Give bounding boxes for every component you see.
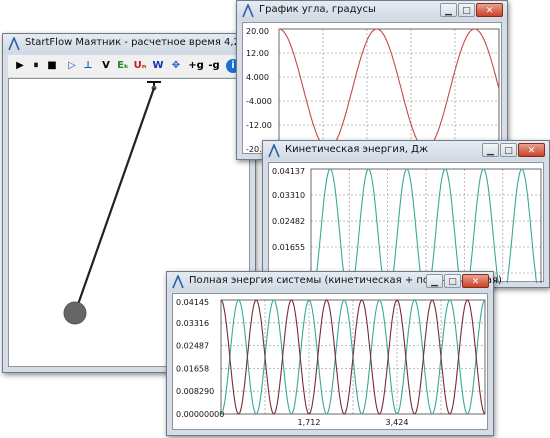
app-icon	[172, 275, 184, 289]
kinetic-window-titlebar[interactable]: Кинетическая энергия, Дж ▁ □ ✕	[263, 141, 549, 161]
close-button[interactable]: ✕	[462, 274, 489, 288]
y-tick-label: 0.04145	[176, 298, 209, 307]
maximize-button[interactable]: □	[500, 143, 517, 157]
y-tick-label: 0.02482	[272, 217, 305, 226]
kinetic-chart-area: 0.04137 0.03310 0.02482 0.01655	[268, 162, 544, 300]
angle-window-title: График угла, градусы	[259, 4, 376, 15]
minimize-button[interactable]: ▁	[482, 143, 499, 157]
total-chart-area: 0.04145 0.03316 0.02487 0.01658 0.008290 0.00…	[172, 293, 488, 430]
move-tool-button[interactable]: ✥	[168, 58, 184, 74]
y-tick-label: 0.03310	[272, 191, 305, 200]
angle-window-controls: ▁ □ ✕	[439, 3, 503, 18]
total-chart: 0.04145 0.03316 0.02487 0.01658 0.008290 0.00…	[176, 298, 486, 427]
pendulum-rod	[73, 87, 156, 314]
y-tick-label: 0.03316	[176, 319, 209, 328]
main-window-title: StartFlow Маятник - расчетное время 4,28…	[25, 37, 255, 48]
stop-icon: ■	[47, 60, 57, 71]
y-tick-label: -4.000	[246, 97, 272, 106]
total-window-titlebar[interactable]: Полная энергия системы (кинетическая + п…	[167, 272, 502, 292]
angle-chart-area: 20.00 12.00 4.000 -4.000 -12.00 -20.00	[242, 22, 502, 154]
velocity-vector-icon: V	[102, 60, 110, 71]
y-tick-label: 0.008290	[176, 387, 214, 396]
main-window-titlebar[interactable]: StartFlow Маятник - расчетное время 4,28…	[3, 34, 255, 54]
y-tick-label: 0.00000000	[176, 410, 224, 419]
axis-tool-button[interactable]: ⊥	[80, 58, 96, 74]
arrow-cursor-icon: ▷	[68, 60, 76, 71]
stop-button[interactable]: ■	[44, 58, 60, 74]
info-icon: i	[231, 60, 235, 71]
maximize-button[interactable]: □	[444, 274, 461, 288]
close-button[interactable]: ✕	[476, 3, 503, 17]
y-tick-label: 12.00	[246, 49, 269, 58]
minimize-button[interactable]: ▁	[426, 274, 443, 288]
angle-series-line	[279, 28, 500, 150]
maximize-button[interactable]: □	[458, 3, 475, 17]
potential-energy-button[interactable]: Uₙ	[132, 58, 148, 74]
close-button[interactable]: ✕	[518, 143, 545, 157]
y-tick-label: 0.01658	[176, 364, 209, 373]
move-cross-icon: ✥	[171, 60, 181, 71]
select-tool-button[interactable]: ▷	[64, 58, 80, 74]
work-icon: W	[152, 60, 164, 71]
y-tick-label: 0.01655	[272, 243, 305, 252]
gravity-plus-button-label: +g	[188, 60, 204, 71]
angle-window-titlebar[interactable]: График угла, градусы ▁ □ ✕	[237, 1, 507, 21]
y-tick-label: 20.00	[246, 27, 269, 36]
play-button[interactable]: ▶	[12, 58, 28, 74]
total-window[interactable]: Полная энергия системы (кинетическая + п…	[166, 271, 502, 436]
gravity-minus-button[interactable]: -g	[206, 58, 222, 74]
potential-energy-icon: Uₙ	[133, 60, 147, 71]
gravity-minus-button-label: -g	[208, 60, 220, 71]
main-toolbar: ▶ ⏸ ■ ▷ ⊥ V Eₖ Uₙ W ✥ +g -g i	[8, 55, 250, 77]
angle-window[interactable]: График угла, градусы ▁ □ ✕ 20.00 12.00 4.0…	[236, 0, 508, 160]
total-window-controls: ▁ □ ✕	[425, 274, 489, 289]
pause-button[interactable]: ⏸	[28, 58, 44, 74]
app-icon	[8, 37, 20, 51]
y-tick-label: 4.000	[246, 73, 269, 82]
kinetic-energy-button[interactable]: Eₖ	[115, 58, 131, 74]
angle-chart: 20.0012.004.000-4.000-12.00-20.00	[246, 27, 500, 154]
work-button[interactable]: W	[150, 58, 166, 74]
kinetic-chart: 0.04137 0.03310 0.02482 0.01655	[272, 167, 542, 300]
minimize-button[interactable]: ▁	[440, 3, 457, 17]
pendulum-bob[interactable]	[63, 301, 87, 325]
pause-icon: ⏸	[33, 60, 39, 71]
axis-icon: ⊥	[83, 60, 93, 71]
app-icon	[268, 144, 280, 158]
x-tick-label: 3,424	[386, 418, 409, 427]
kinetic-window[interactable]: Кинетическая энергия, Дж ▁ □ ✕ 0.04137 0.…	[262, 140, 550, 300]
y-tick-label: 0.04137	[272, 167, 305, 176]
y-tick-label: 0.02487	[176, 342, 209, 351]
play-icon: ▶	[16, 60, 24, 71]
kinetic-window-title: Кинетическая энергия, Дж	[285, 144, 429, 155]
velocity-button[interactable]: V	[98, 58, 114, 74]
gravity-plus-button[interactable]: +g	[188, 58, 204, 74]
x-tick-label: 1,712	[298, 418, 321, 427]
kinetic-window-controls: ▁ □ ✕	[481, 143, 545, 158]
kinetic-energy-icon: Eₖ	[117, 60, 129, 71]
app-icon	[242, 4, 254, 18]
y-tick-label: -12.00	[246, 121, 272, 130]
